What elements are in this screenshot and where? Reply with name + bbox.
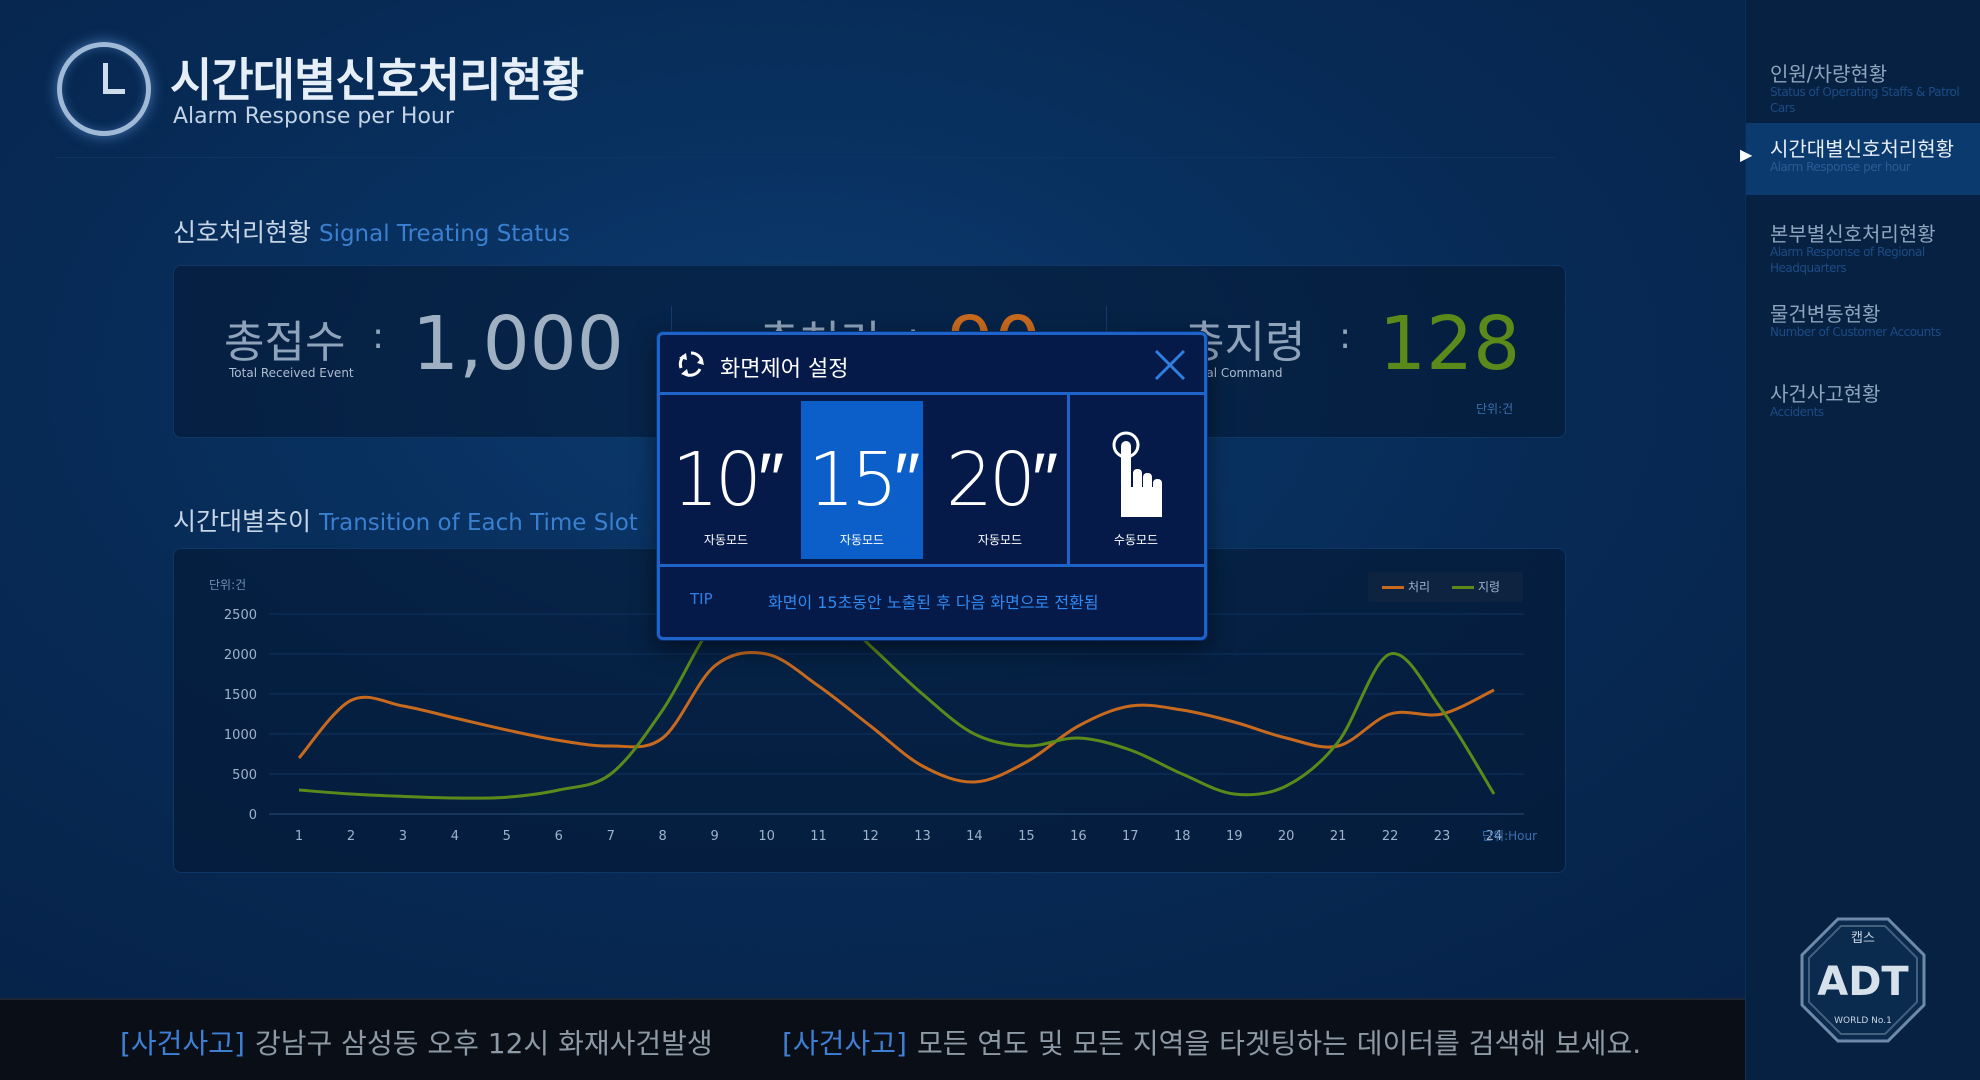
- signal-title-en: Signal Treating Status: [318, 221, 570, 247]
- x-tick-label: 6: [555, 829, 563, 844]
- x-tick-label: 16: [1070, 829, 1087, 844]
- y-tick-label: 2000: [224, 648, 257, 663]
- mode-value: 15″: [807, 437, 920, 523]
- logo-main-text: ADT: [1817, 959, 1909, 1005]
- y-unit-label: 단위:건: [209, 578, 246, 592]
- mode-caption: 자동모드: [839, 533, 885, 547]
- mode-caption: 자동모드: [703, 533, 749, 547]
- clock-icon: [57, 42, 151, 136]
- dialog-titlebar: 화면제어 설정: [660, 335, 1204, 395]
- stat-colon: :: [1339, 316, 1352, 357]
- sidebar-item-accidents[interactable]: 사건사고현황 Accidents: [1746, 368, 1980, 440]
- stat-label-en: Total Received Event: [229, 366, 354, 380]
- mode-caption: 수동모드: [1113, 533, 1159, 547]
- trend-title-ko: 시간대별추이: [173, 507, 312, 536]
- x-tick-label: 17: [1122, 829, 1139, 844]
- ticker-message[interactable]: 강남구 삼성동 오후 12시 화재사건발생: [255, 1022, 713, 1062]
- tip-message: 화면이 15초동안 노출된 후 다음 화면으로 전환됨: [768, 593, 1099, 612]
- screen-control-dialog: 화면제어 설정 10″ 자동모드 15″ 자동모드 20″ 자동모드 수동모드 …: [657, 332, 1207, 640]
- signal-title-ko: 신호처리현황: [173, 218, 312, 247]
- ticker-message[interactable]: 모든 연도 및 모든 지역을 타겟팅하는 데이터를 검색해 보세요.: [917, 1022, 1641, 1062]
- sidebar-item-label: 물건변동현황: [1770, 302, 1881, 326]
- stat-label: 총접수: [224, 317, 346, 368]
- logo-top-text: 캡스: [1851, 931, 1875, 946]
- x-tick-label: 4: [451, 829, 459, 844]
- stat-value: 128: [1379, 301, 1521, 387]
- sidebar-item-label: 시간대별신호처리현황: [1770, 137, 1954, 161]
- logo-bottom-text: WORLD No.1: [1834, 1016, 1892, 1026]
- x-tick-label: 22: [1382, 829, 1399, 844]
- sidebar-item-label: 본부별신호처리현황: [1770, 222, 1936, 246]
- x-tick-label: 10: [758, 829, 775, 844]
- mode-value: 10″: [671, 437, 784, 523]
- x-tick-label: 9: [711, 829, 719, 844]
- page-subtitle: Alarm Response per Hour: [173, 104, 454, 129]
- mode-value: 20″: [945, 437, 1058, 523]
- chart-legend: 처리 지령: [1368, 572, 1523, 602]
- unit-label: 단위:건: [1476, 402, 1514, 416]
- x-tick-label: 7: [607, 829, 615, 844]
- x-tick-label: 1: [295, 829, 303, 844]
- x-tick-label: 18: [1174, 829, 1191, 844]
- y-tick-label: 0: [249, 808, 257, 823]
- legend-label-command: 지령: [1478, 580, 1501, 594]
- news-ticker: [사건사고] 강남구 삼성동 오후 12시 화재사건발생 [사건사고] 모든 연…: [0, 998, 1745, 1080]
- stat-value: 1,000: [412, 301, 624, 387]
- page-header: 시간대별신호처리현황 Alarm Response per Hour: [55, 38, 1555, 158]
- x-tick-label: 14: [966, 829, 983, 844]
- sidebar-item-sublabel: Status of Operating Staffs & Patrol Cars: [1770, 85, 1960, 115]
- x-tick-label: 19: [1226, 829, 1243, 844]
- stat-colon: :: [372, 316, 385, 357]
- close-icon[interactable]: [1152, 347, 1188, 383]
- trend-section-title: 시간대별추이 Transition of Each Time Slot: [173, 502, 638, 538]
- x-tick-label: 21: [1330, 829, 1347, 844]
- y-tick-label: 2500: [224, 608, 257, 623]
- ticker-tag: [사건사고]: [120, 1027, 245, 1060]
- ticker-tag: [사건사고]: [782, 1027, 907, 1060]
- y-tick-label: 1500: [224, 688, 257, 703]
- sidebar-item-sublabel: Alarm Response per hour: [1770, 160, 1911, 174]
- adt-logo: 캡스 ADT WORLD No.1: [1800, 917, 1926, 1043]
- sidebar-item-sublabel: Alarm Response of Regional Headquarters: [1770, 245, 1925, 275]
- dialog-title: 화면제어 설정: [720, 357, 849, 382]
- sidebar-item-label: 인원/차량현황: [1770, 62, 1888, 86]
- x-tick-label: 15: [1018, 829, 1035, 844]
- x-unit-label: 단위:Hour: [1482, 829, 1537, 843]
- x-tick-label: 2: [347, 829, 355, 844]
- x-tick-label: 23: [1434, 829, 1451, 844]
- legend-label-processed: 처리: [1408, 580, 1431, 594]
- page-title: 시간대별신호처리현황: [170, 53, 584, 107]
- sidebar-item-sublabel: Number of Customer Accounts: [1770, 325, 1941, 339]
- mode-15s-button[interactable]: 15″ 자동모드: [801, 401, 923, 559]
- sidebar-item-sublabel: Accidents: [1770, 405, 1824, 419]
- mode-divider: [1067, 395, 1070, 567]
- legend-swatch-command: [1452, 586, 1474, 589]
- x-tick-label: 20: [1278, 829, 1295, 844]
- y-tick-label: 500: [232, 768, 257, 783]
- x-tick-label: 3: [399, 829, 407, 844]
- mode-manual-button[interactable]: 수동모드: [1075, 401, 1197, 559]
- legend-swatch-processed: [1382, 586, 1404, 589]
- mode-caption: 자동모드: [977, 533, 1023, 547]
- signal-section-title: 신호처리현황 Signal Treating Status: [173, 213, 570, 249]
- hand-pointer-icon: [1112, 431, 1162, 517]
- active-arrow-icon: ▶: [1740, 145, 1753, 164]
- sidebar-item-label: 사건사고현황: [1770, 382, 1881, 406]
- sidebar-item-customer-accounts[interactable]: 물건변동현황 Number of Customer Accounts: [1746, 288, 1980, 360]
- sidebar-item-alarm-regional[interactable]: 본부별신호처리현황 Alarm Response of Regional Hea…: [1746, 208, 1980, 280]
- x-tick-label: 8: [659, 829, 667, 844]
- trend-title-en: Transition of Each Time Slot: [318, 510, 638, 536]
- x-tick-label: 5: [503, 829, 511, 844]
- x-tick-label: 13: [914, 829, 931, 844]
- tip-label: TIP: [690, 590, 713, 608]
- sidebar-item-alarm-hourly[interactable]: ▶ 시간대별신호처리현황 Alarm Response per hour: [1740, 123, 1980, 195]
- y-tick-label: 1000: [224, 728, 257, 743]
- mode-20s-button[interactable]: 20″ 자동모드: [939, 401, 1061, 559]
- mode-selector: 10″ 자동모드 15″ 자동모드 20″ 자동모드 수동모드: [660, 395, 1204, 567]
- x-tick-label: 11: [810, 829, 827, 844]
- refresh-icon: [678, 351, 704, 377]
- sidebar-item-staff-cars[interactable]: 인원/차량현황 Status of Operating Staffs & Pat…: [1746, 48, 1980, 120]
- mode-10s-button[interactable]: 10″ 자동모드: [665, 401, 787, 559]
- x-tick-label: 12: [862, 829, 879, 844]
